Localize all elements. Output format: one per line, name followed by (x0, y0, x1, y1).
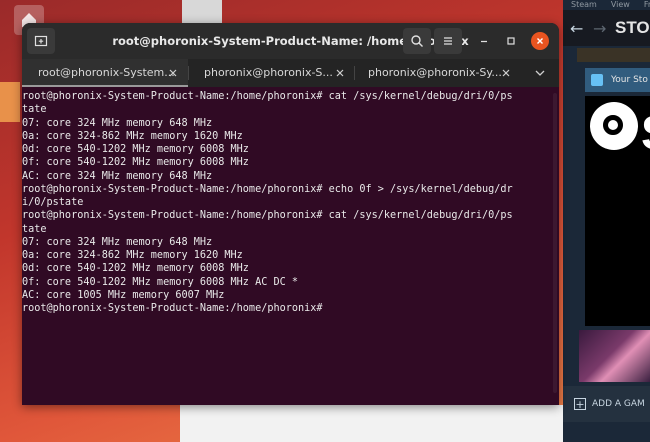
close-button[interactable] (531, 32, 549, 50)
steam-store-title[interactable]: STO (615, 18, 650, 38)
menu-button[interactable] (434, 28, 462, 54)
add-game-button[interactable]: + ADD A GAM (563, 386, 650, 422)
steam-logo-letter: S (641, 110, 650, 158)
tab-list-chevron-down-icon[interactable] (534, 68, 546, 78)
terminal-line: i/0/pstate (22, 197, 84, 208)
background-window-bottom (180, 405, 565, 442)
terminal-line: root@phoronix-System-Product-Name:/home/… (22, 91, 513, 102)
minimize-button[interactable] (475, 32, 493, 50)
tab-label: phoronix@phoronix-S... (204, 66, 333, 79)
terminal-window: root@phoronix-System-Product-Name: /home… (22, 23, 559, 405)
terminal-line: 0d: core 540-1202 MHz memory 6008 MHz (22, 144, 249, 155)
tab-close-icon[interactable] (501, 68, 511, 78)
your-store-label: Your Sto (611, 75, 648, 85)
terminal-line: tate (22, 223, 47, 235)
terminal-output[interactable]: root@phoronix-System-Product-Name:/home/… (22, 88, 559, 405)
steam-game-thumbnail[interactable] (579, 330, 650, 382)
terminal-line: root@phoronix-System-Product-Name:/home/… (22, 303, 329, 314)
terminal-line: root@phoronix-System-Product-Name:/home/… (22, 183, 513, 195)
steam-logo: S (585, 96, 650, 166)
dock-item[interactable] (0, 82, 20, 122)
steam-menu-item[interactable]: Steam (571, 0, 597, 10)
search-icon (411, 35, 423, 47)
search-button[interactable] (403, 28, 431, 54)
forward-arrow-icon[interactable]: → (593, 19, 609, 38)
terminal-line: 0a: core 324-862 MHz memory 1620 MHz (22, 130, 243, 142)
terminal-line: 07: core 324 MHz memory 648 MHz (22, 117, 213, 129)
terminal-line: 0a: core 324-862 MHz memory 1620 MHz (22, 250, 243, 261)
store-icon (591, 74, 603, 86)
tab-close-icon[interactable] (335, 68, 345, 78)
tab-root[interactable]: root@phoronix-System... (22, 59, 188, 87)
terminal-line: 0f: core 540-1202 MHz memory 6008 MHz (22, 157, 249, 169)
minimize-icon (481, 40, 487, 43)
steam-feature-panel (585, 166, 650, 326)
hamburger-icon (444, 37, 452, 45)
tab-bar: root@phoronix-System... phoronix@phoroni… (22, 59, 559, 87)
tab-label: phoronix@phoronix-Sy... (368, 66, 502, 79)
tab-phoronix-1[interactable]: phoronix@phoronix-S... (188, 59, 354, 87)
steam-menu-item[interactable]: Fr (644, 0, 650, 10)
terminal-line: 0d: core 540-1202 MHz memory 6008 MHz (22, 263, 249, 275)
back-arrow-icon[interactable]: ← (570, 19, 586, 38)
add-game-label: ADD A GAM (592, 399, 645, 409)
steam-logo-icon (590, 102, 638, 150)
tab-label: root@phoronix-System... (38, 66, 175, 79)
tab-phoronix-2[interactable]: phoronix@phoronix-Sy... (352, 59, 520, 87)
steam-menubar: Steam View Fr (563, 0, 650, 10)
your-store-button[interactable]: Your Sto (585, 68, 650, 92)
terminal-line: tate (22, 104, 47, 116)
scrollbar[interactable] (553, 93, 557, 393)
close-icon (537, 38, 543, 44)
terminal-line: AC: core 1005 MHz memory 6007 MHz (22, 289, 225, 301)
terminal-text: root@phoronix-System-Product-Name:/home/… (22, 88, 559, 315)
steam-window: Steam View Fr ← → STO Your Sto S + ADD A… (563, 0, 650, 442)
steam-navbar: ← → STO (563, 10, 650, 46)
steam-banner (577, 48, 650, 62)
steam-menu-item[interactable]: View (611, 0, 630, 10)
plus-icon: + (574, 398, 586, 411)
maximize-icon (507, 37, 515, 45)
title-bar[interactable]: root@phoronix-System-Product-Name: /home… (22, 23, 559, 59)
terminal-line: 07: core 324 MHz memory 648 MHz (22, 236, 213, 248)
tab-close-icon[interactable] (168, 68, 178, 78)
terminal-line: AC: core 324 MHz memory 648 MHz (22, 170, 213, 182)
terminal-line: 0f: core 540-1202 MHz memory 6008 MHz AC… (22, 276, 299, 288)
terminal-line: root@phoronix-System-Product-Name:/home/… (22, 210, 513, 222)
maximize-button[interactable] (502, 32, 520, 50)
